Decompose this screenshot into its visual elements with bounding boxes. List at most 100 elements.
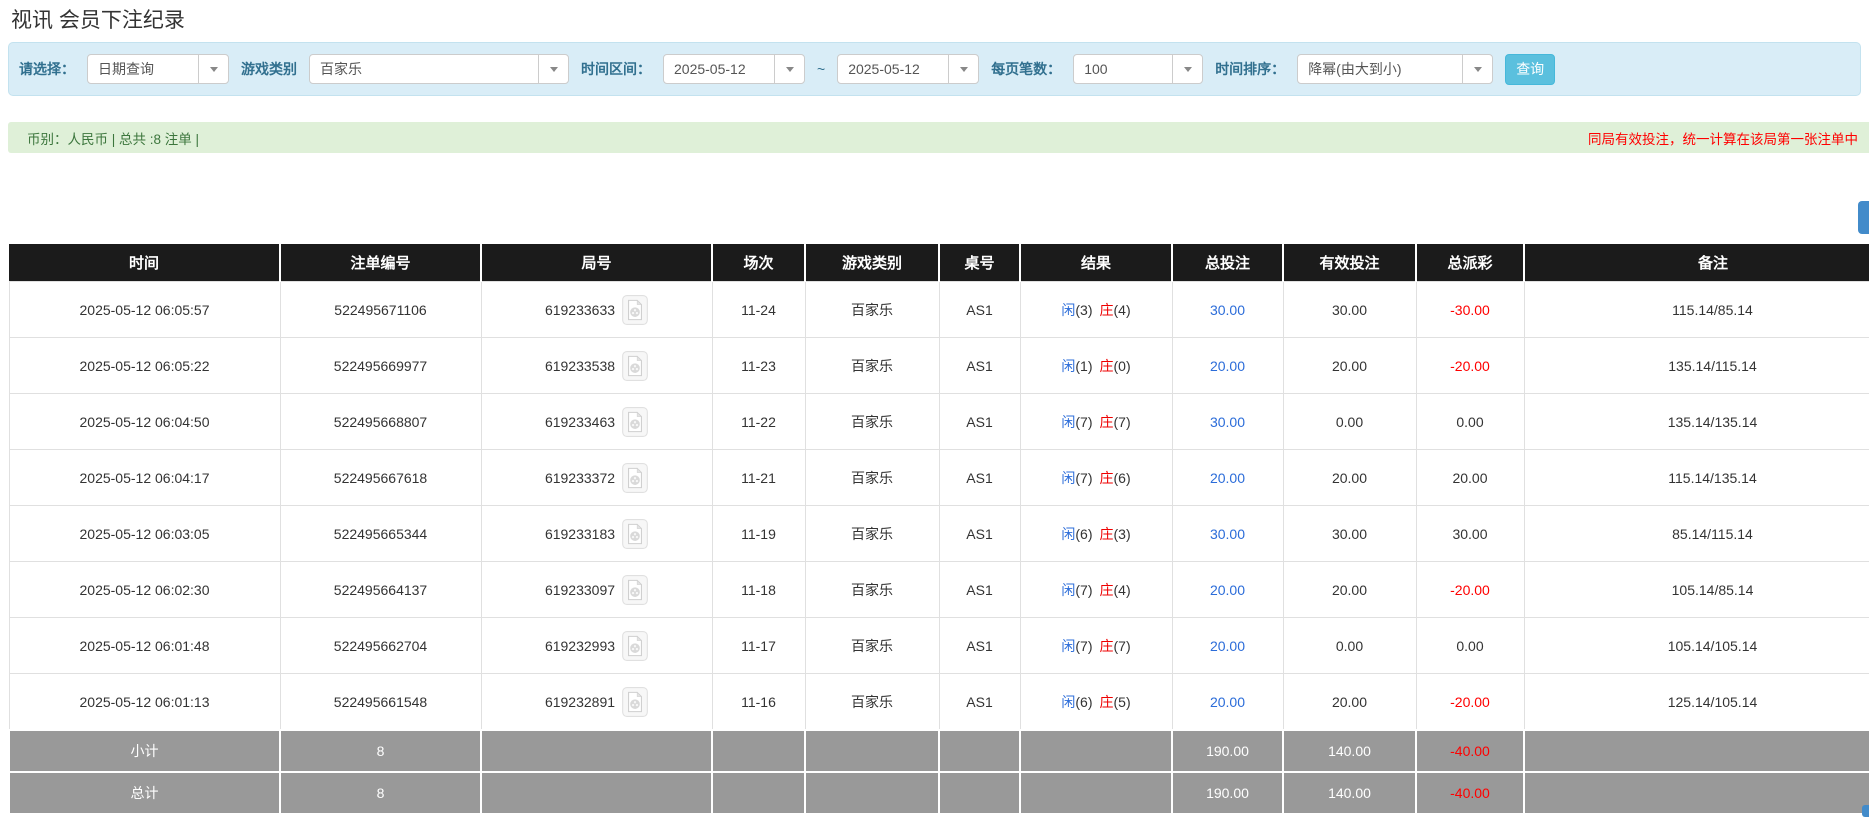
- result-player: 闲: [1061, 694, 1075, 710]
- bet-records-table: 时间 注单编号 局号 场次 游戏类别 桌号 结果 总投注 有效投注 总派彩 备注…: [8, 244, 1869, 815]
- result-banker-count: (0): [1114, 358, 1131, 374]
- export-button-partial[interactable]: [1858, 201, 1869, 234]
- cell-valid-bet: 0.00: [1283, 394, 1416, 450]
- chevron-down-icon[interactable]: [948, 55, 978, 83]
- chevron-down-icon[interactable]: [1462, 55, 1492, 83]
- cell-session: 11-23: [712, 338, 805, 394]
- chevron-down-icon[interactable]: [538, 55, 568, 83]
- video-file-icon[interactable]: [622, 463, 648, 493]
- result-player: 闲: [1061, 526, 1075, 542]
- cell-payout: 0.00: [1416, 394, 1524, 450]
- video-file-icon[interactable]: [622, 687, 648, 717]
- table-row: 2025-05-12 06:02:30 522495664137 6192330…: [9, 562, 1869, 618]
- result-player-count: (7): [1075, 414, 1092, 430]
- page-size-select[interactable]: 100: [1073, 54, 1203, 84]
- query-type-select[interactable]: 日期查询: [87, 54, 229, 84]
- cell-game-type: 百家乐: [805, 450, 939, 506]
- cell-session: 11-17: [712, 618, 805, 674]
- result-banker-count: (7): [1114, 638, 1131, 654]
- table-row: 2025-05-12 06:01:48 522495662704 6192329…: [9, 618, 1869, 674]
- cell-table-no: AS1: [939, 338, 1020, 394]
- empty-cell: [1020, 772, 1172, 814]
- cell-game-type: 百家乐: [805, 618, 939, 674]
- cell-time: 2025-05-12 06:04:17: [9, 450, 280, 506]
- cell-payout: -30.00: [1416, 282, 1524, 338]
- cell-total-bet[interactable]: 20.00: [1172, 618, 1283, 674]
- cell-time: 2025-05-12 06:03:05: [9, 506, 280, 562]
- cell-valid-bet: 20.00: [1283, 338, 1416, 394]
- table-row: 2025-05-12 06:03:05 522495665344 6192331…: [9, 506, 1869, 562]
- video-file-icon[interactable]: [622, 295, 648, 325]
- result-banker: 庄: [1100, 470, 1114, 486]
- cell-total-bet[interactable]: 20.00: [1172, 338, 1283, 394]
- video-file-icon[interactable]: [622, 631, 648, 661]
- cell-valid-bet: 0.00: [1283, 618, 1416, 674]
- result-player: 闲: [1061, 358, 1075, 374]
- date-to-select[interactable]: 2025-05-12: [837, 54, 979, 84]
- total-total-bet: 190.00: [1172, 772, 1283, 814]
- result-banker-count: (7): [1114, 414, 1131, 430]
- result-player-count: (7): [1075, 470, 1092, 486]
- cell-valid-bet: 30.00: [1283, 506, 1416, 562]
- cell-time: 2025-05-12 06:01:13: [9, 674, 280, 731]
- cell-total-bet[interactable]: 30.00: [1172, 282, 1283, 338]
- filter-panel: 请选择： 日期查询 游戏类别 百家乐 时间区间： 2025-05-12 ~ 20…: [8, 42, 1861, 96]
- video-file-icon[interactable]: [622, 575, 648, 605]
- header-game-type: 游戏类别: [805, 244, 939, 282]
- cell-round-no: 619233538: [481, 338, 712, 394]
- cell-bet-no: 522495671106: [280, 282, 481, 338]
- header-bet-no: 注单编号: [280, 244, 481, 282]
- cell-result: 闲(3)庄(4): [1020, 282, 1172, 338]
- result-banker-count: (4): [1114, 302, 1131, 318]
- table-row: 2025-05-12 06:04:17 522495667618 6192333…: [9, 450, 1869, 506]
- page-size-label: 每页笔数：: [991, 59, 1061, 79]
- chevron-down-icon[interactable]: [198, 55, 228, 83]
- header-valid-bet: 有效投注: [1283, 244, 1416, 282]
- cell-table-no: AS1: [939, 450, 1020, 506]
- cell-total-bet[interactable]: 20.00: [1172, 450, 1283, 506]
- result-banker: 庄: [1100, 358, 1114, 374]
- cell-bet-no: 522495667618: [280, 450, 481, 506]
- subtotal-valid-bet: 140.00: [1283, 730, 1416, 772]
- cell-total-bet[interactable]: 20.00: [1172, 562, 1283, 618]
- cell-round-no: 619233097: [481, 562, 712, 618]
- subtotal-total-bet: 190.00: [1172, 730, 1283, 772]
- result-banker-count: (6): [1114, 470, 1131, 486]
- cell-note: 125.14/105.14: [1524, 674, 1869, 731]
- sort-select[interactable]: 降幂(由大到小): [1297, 54, 1493, 84]
- cell-table-no: AS1: [939, 674, 1020, 731]
- result-banker: 庄: [1100, 414, 1114, 430]
- result-banker: 庄: [1100, 302, 1114, 318]
- cell-round-no: 619233183: [481, 506, 712, 562]
- bottom-right-button-partial[interactable]: [1862, 805, 1869, 817]
- total-payout: -40.00: [1416, 772, 1524, 814]
- cell-total-bet[interactable]: 30.00: [1172, 506, 1283, 562]
- cell-note: 85.14/115.14: [1524, 506, 1869, 562]
- round-no-text: 619233463: [545, 414, 615, 430]
- cell-payout: 0.00: [1416, 618, 1524, 674]
- date-from-select[interactable]: 2025-05-12: [663, 54, 805, 84]
- cell-session: 11-22: [712, 394, 805, 450]
- cell-total-bet[interactable]: 30.00: [1172, 394, 1283, 450]
- empty-cell: [1020, 730, 1172, 772]
- cell-note: 115.14/135.14: [1524, 450, 1869, 506]
- currency-summary: 币别：人民币 | 总共 :8 注单 |: [27, 128, 199, 148]
- cell-note: 135.14/115.14: [1524, 338, 1869, 394]
- video-file-icon[interactable]: [622, 519, 648, 549]
- game-type-select[interactable]: 百家乐: [309, 54, 569, 84]
- header-session: 场次: [712, 244, 805, 282]
- video-file-icon[interactable]: [622, 351, 648, 381]
- video-file-icon[interactable]: [622, 407, 648, 437]
- round-no-text: 619233538: [545, 358, 615, 374]
- chevron-down-icon[interactable]: [774, 55, 804, 83]
- search-button[interactable]: 查询: [1505, 54, 1555, 85]
- cell-total-bet[interactable]: 20.00: [1172, 674, 1283, 731]
- chevron-down-icon[interactable]: [1172, 55, 1202, 83]
- date-from-value: 2025-05-12: [664, 55, 774, 83]
- cell-session: 11-19: [712, 506, 805, 562]
- cell-table-no: AS1: [939, 562, 1020, 618]
- table-row: 2025-05-12 06:04:50 522495668807 6192334…: [9, 394, 1869, 450]
- result-player: 闲: [1061, 414, 1075, 430]
- cell-result: 闲(7)庄(6): [1020, 450, 1172, 506]
- total-label: 总计: [9, 772, 280, 814]
